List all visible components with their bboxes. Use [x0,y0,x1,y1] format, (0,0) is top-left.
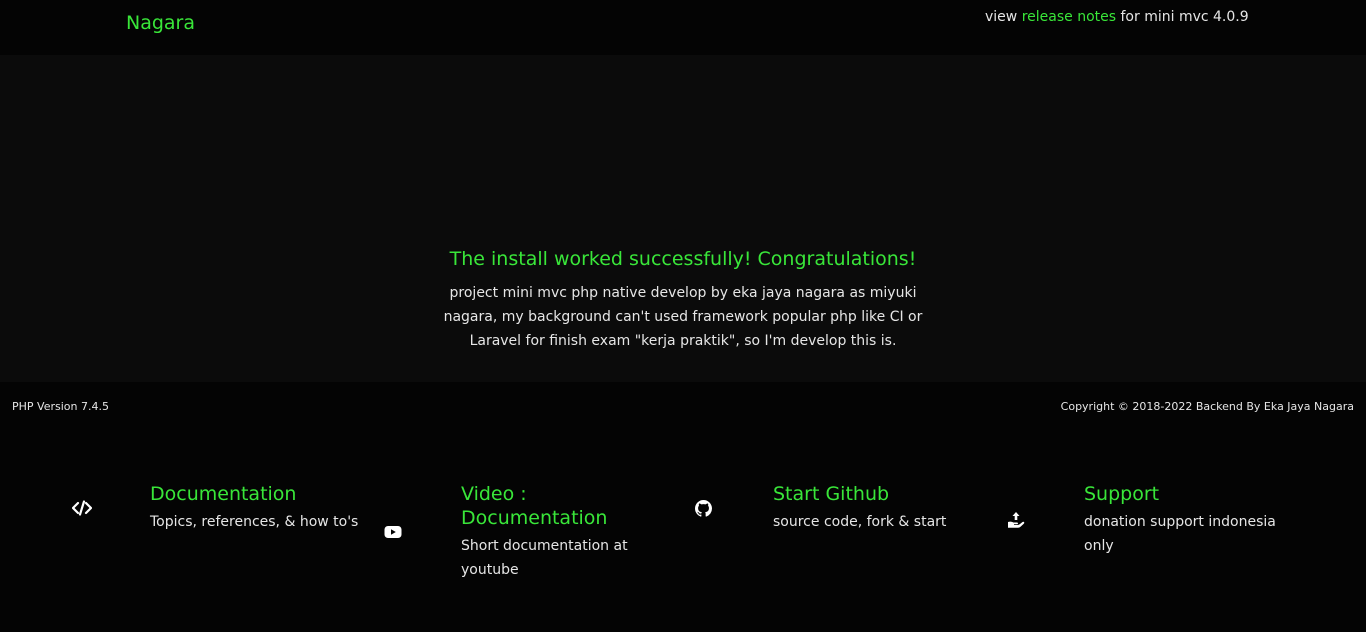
feature-start-github[interactable]: Start Github source code, fork & start [773,482,973,534]
release-info: view release notes for mini mvc 4.0.9 [985,9,1249,25]
feature-support[interactable]: Support donation support indonesia only [1084,482,1289,558]
feature-title: Start Github [773,483,890,505]
release-notes-link[interactable]: release notes [1022,9,1116,25]
release-suffix: for mini mvc 4.0.9 [1116,9,1249,25]
brand-link[interactable]: Nagara [126,12,195,34]
code-icon [72,498,92,518]
info-bar: PHP Version 7.4.5 Copyright © 2018-2022 … [0,382,1366,432]
release-prefix: view [985,9,1022,25]
feature-description: Topics, references, & how to's [150,514,359,530]
hero-title: The install worked successfully! Congrat… [449,248,917,270]
github-icon [693,498,713,518]
feature-documentation[interactable]: Documentation Topics, references, & how … [150,482,375,534]
top-navbar: Nagara view release notes for mini mvc 4… [0,0,1366,55]
copyright: Copyright © 2018-2022 Backend By Eka Jay… [1060,400,1354,413]
feature-description: donation support indonesia only [1084,514,1276,554]
feature-description: Short documentation at youtube [461,538,628,578]
php-version: PHP Version 7.4.5 [12,400,109,413]
donate-icon [1006,510,1026,530]
feature-title: Documentation [150,483,297,505]
hero-section: The install worked successfully! Congrat… [0,55,1366,382]
feature-video-documentation[interactable]: Video : Documentation Short documentatio… [461,482,651,582]
feature-description: source code, fork & start [773,514,947,530]
hero-description: project mini mvc php native develop by e… [443,285,923,349]
feature-title: Support [1084,483,1160,505]
feature-title: Video : Documentation [461,483,608,529]
youtube-icon [383,522,403,542]
